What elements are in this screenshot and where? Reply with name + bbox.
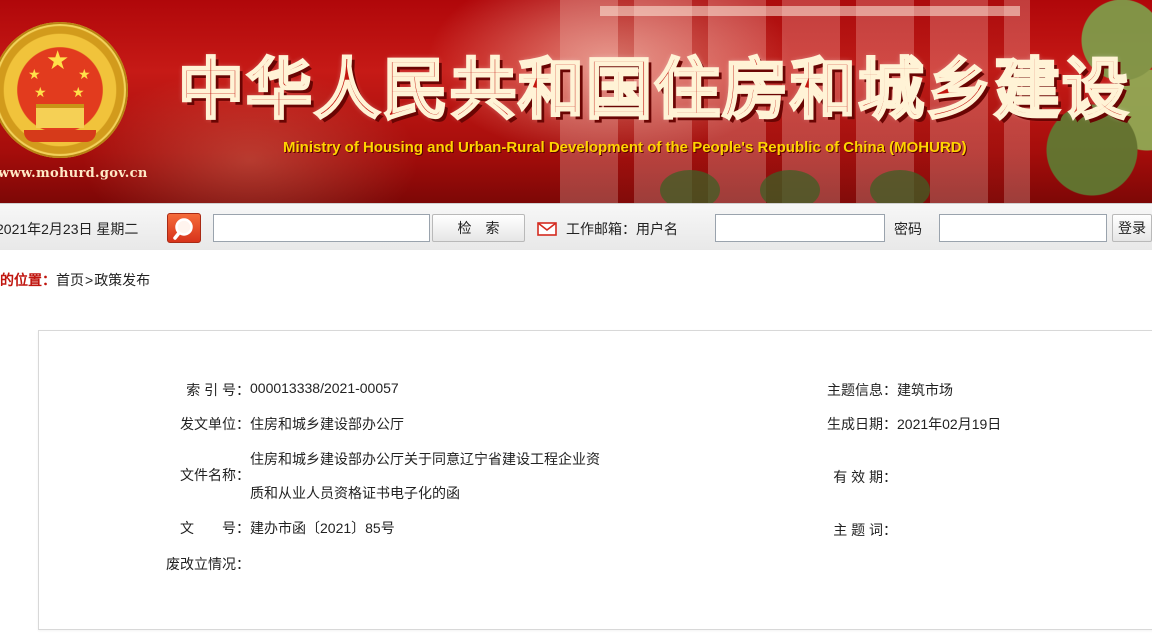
doc-title-line1: 住房和城乡建设部办公厅关于同意辽宁省建设工程企业资 <box>250 451 600 467</box>
emblem-star-icon: ★ <box>78 67 91 83</box>
emblem-star-icon: ★ <box>72 85 85 101</box>
banner-bush <box>660 170 720 203</box>
breadcrumb: 您现在的位置：首页>政策发布 <box>0 250 1152 296</box>
username-input[interactable] <box>715 214 885 242</box>
document-info-panel: 索 引 号 ： 000013338/2021-00057 发文单位 ： 住房和城… <box>38 330 1152 630</box>
work-mail-label: 工作邮箱：用户名 <box>566 221 678 237</box>
colon: ： <box>883 469 897 485</box>
index-label: 索 引 号 <box>186 382 236 398</box>
site-url: www.mohurd.gov.cn <box>0 166 148 181</box>
topic-value: 建筑市场 <box>897 382 953 398</box>
colon: ： <box>236 467 250 483</box>
site-subtitle: Ministry of Housing and Urban-Rural Deve… <box>283 139 967 156</box>
keywords-label: 主 题 词 <box>833 522 883 538</box>
header-banner: ★ ★ ★ ★ ★ www.mohurd.gov.cn 中华人民共和国住房和城乡… <box>0 0 1152 203</box>
colon: ： <box>236 520 250 536</box>
colon: ： <box>883 522 897 538</box>
topic-label: 主题信息 <box>827 382 883 398</box>
colon: ： <box>236 556 250 572</box>
banner-building-roof <box>600 6 1020 16</box>
emblem-star-icon: ★ <box>28 67 41 83</box>
search-input[interactable] <box>213 214 430 242</box>
search-button[interactable]: 检 索 <box>432 214 525 242</box>
doc-title-line2: 质和从业人员资格证书电子化的函 <box>250 485 460 501</box>
breadcrumb-policy-link[interactable]: 政策发布 <box>94 272 150 288</box>
emblem-star-icon: ★ <box>46 46 70 76</box>
password-input[interactable] <box>939 214 1107 242</box>
status-label: 废改立情况 <box>166 556 236 572</box>
breadcrumb-prefix: 您现在的位置： <box>0 272 56 288</box>
doc-number-value: 建办市函〔2021〕85号 <box>250 520 395 536</box>
validity-label: 有 效 期 <box>833 469 883 485</box>
colon: ： <box>236 382 250 398</box>
emblem-gate <box>36 104 84 128</box>
issuer-value: 住房和城乡建设部办公厅 <box>250 416 404 432</box>
created-date-value: 2021年02月19日 <box>897 416 1002 432</box>
login-button[interactable]: 登录 <box>1112 214 1152 242</box>
password-label: 密码 <box>894 221 922 237</box>
banner-bush <box>760 170 820 203</box>
search-icon-button[interactable] <box>167 213 201 243</box>
colon: ： <box>883 382 897 398</box>
created-date-label: 生成日期 <box>827 416 883 432</box>
doc-title-label: 文件名称 <box>180 467 236 483</box>
top-toolbar: 2021年2月23日 星期二 检 索 工作邮箱：用户名 密码 登录 <box>0 203 1152 252</box>
site-title: 中华人民共和国住房和城乡建设 <box>177 50 1130 130</box>
current-date: 2021年2月23日 星期二 <box>0 221 139 237</box>
doc-number-label: 文 号 <box>180 520 236 536</box>
colon: ： <box>236 416 250 432</box>
issuer-label: 发文单位 <box>180 416 236 432</box>
emblem-star-icon: ★ <box>34 85 47 101</box>
breadcrumb-home-link[interactable]: 首页 <box>56 272 84 288</box>
emblem-ribbon <box>24 130 96 142</box>
index-value: 000013338/2021-00057 <box>250 380 399 396</box>
mail-icon <box>537 222 557 236</box>
breadcrumb-separator: > <box>85 272 94 288</box>
banner-bush <box>870 170 930 203</box>
colon: ： <box>883 416 897 432</box>
search-icon <box>173 218 193 240</box>
